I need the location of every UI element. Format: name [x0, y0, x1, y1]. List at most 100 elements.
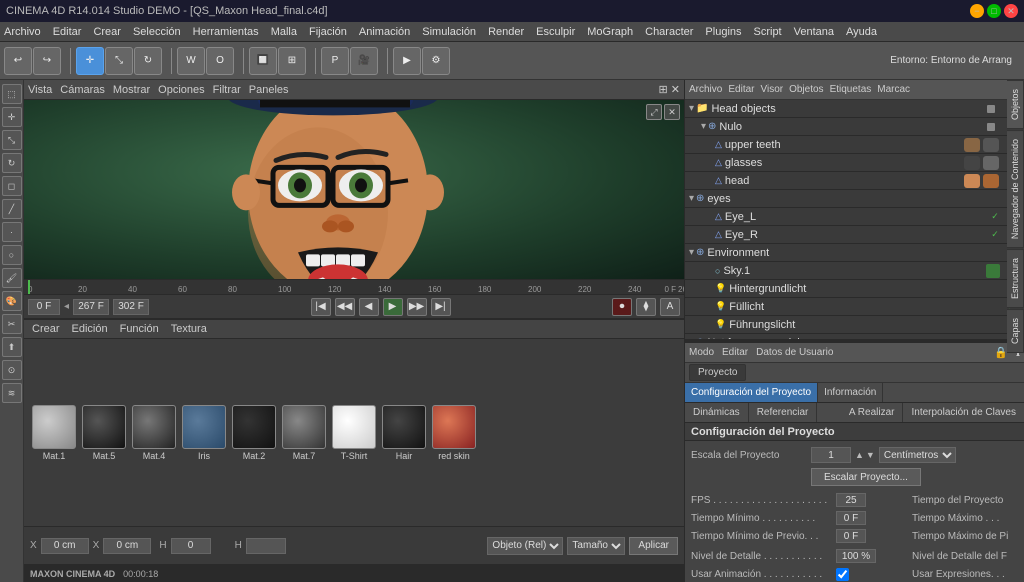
- menu-item-herramientas[interactable]: Herramientas: [193, 26, 259, 38]
- tree-item-sky[interactable]: ○ Sky.1 ✓: [685, 262, 1024, 280]
- material-mat5[interactable]: Mat.5: [82, 405, 126, 461]
- escala-up-icon[interactable]: ▲: [855, 450, 864, 460]
- menu-item-plugins[interactable]: Plugins: [705, 26, 741, 38]
- expand-btn[interactable]: ⤢: [646, 104, 662, 120]
- close-button[interactable]: ✕: [1004, 4, 1018, 18]
- tab-config-proyecto[interactable]: Configuración del Proyecto: [685, 383, 818, 402]
- paint-tool[interactable]: 🎨: [2, 291, 22, 311]
- menu-item-render[interactable]: Render: [488, 26, 524, 38]
- tab-referenciar[interactable]: Referenciar: [749, 403, 818, 422]
- prev-frame-btn[interactable]: ◀◀: [335, 298, 355, 316]
- world-coord[interactable]: W: [177, 47, 205, 75]
- material-iris[interactable]: Iris: [182, 405, 226, 461]
- tree-item-head[interactable]: △ head ✓: [685, 172, 1024, 190]
- magnet-tool[interactable]: ⊙: [2, 360, 22, 380]
- escala-input[interactable]: [811, 447, 851, 463]
- point-tool[interactable]: ·: [2, 222, 22, 242]
- attr-tab-proyecto[interactable]: Proyecto: [689, 364, 746, 381]
- tab-interpolacion[interactable]: Interpolación de Claves: [903, 403, 1024, 422]
- menu-item-fijación[interactable]: Fijación: [309, 26, 347, 38]
- play-btn[interactable]: ▶: [383, 298, 403, 316]
- material-tshirt[interactable]: T-Shirt: [332, 405, 376, 461]
- side-tab-objetos[interactable]: Objetos: [1007, 80, 1024, 129]
- rotate-lt-tool[interactable]: ↻: [2, 153, 22, 173]
- start-frame-input[interactable]: [28, 299, 60, 315]
- tiempo-min-input[interactable]: [836, 511, 866, 525]
- coord-select[interactable]: Objeto (Rel) Mundo: [487, 537, 563, 555]
- menu-item-esculpir[interactable]: Esculpir: [536, 26, 575, 38]
- obj-tool[interactable]: ○: [2, 245, 22, 265]
- material-hair[interactable]: Hair: [382, 405, 426, 461]
- undo-button[interactable]: ↩: [4, 47, 32, 75]
- menu-item-archivo[interactable]: Archivo: [4, 26, 41, 38]
- tree-item-eye-r[interactable]: △ Eye_R ✓ ▷: [685, 226, 1024, 244]
- attr-modo[interactable]: Modo: [689, 347, 714, 358]
- tree-item-fuhrungslicht[interactable]: 💡 Führungslicht ✓: [685, 316, 1024, 334]
- menu-item-crear[interactable]: Crear: [93, 26, 121, 38]
- menu-item-animación[interactable]: Animación: [359, 26, 410, 38]
- record-btn[interactable]: ⏺: [612, 298, 632, 316]
- end-frame-input[interactable]: [113, 299, 149, 315]
- menu-item-character[interactable]: Character: [645, 26, 693, 38]
- attr-lock-icon[interactable]: 🔒: [994, 346, 1008, 359]
- maximize-button[interactable]: □: [987, 4, 1001, 18]
- escala-unit-select[interactable]: Centímetros Metros Milímetros: [879, 447, 956, 463]
- auto-key-btn[interactable]: A: [660, 298, 680, 316]
- size-h-input[interactable]: [246, 538, 286, 554]
- menu-item-mograph[interactable]: MoGraph: [587, 26, 633, 38]
- material-mat4[interactable]: Mat.4: [132, 405, 176, 461]
- go-end-btn[interactable]: ▶|: [431, 298, 451, 316]
- go-start-btn[interactable]: |◀: [311, 298, 331, 316]
- rotate-tool[interactable]: ↻: [134, 47, 162, 75]
- render-settings[interactable]: ⚙: [422, 47, 450, 75]
- menu-item-simulación[interactable]: Simulación: [422, 26, 476, 38]
- snap-button[interactable]: 🔲: [249, 47, 277, 75]
- move-tool[interactable]: ✛: [76, 47, 104, 75]
- object-coord[interactable]: O: [206, 47, 234, 75]
- obj-header-tab-editar[interactable]: Editar: [728, 84, 754, 95]
- render-btn[interactable]: ▶: [393, 47, 421, 75]
- menu-item-selección[interactable]: Selección: [133, 26, 181, 38]
- tree-item-glasses[interactable]: △ glasses ✓: [685, 154, 1024, 172]
- tab-filtrar[interactable]: Filtrar: [213, 84, 241, 96]
- x-input[interactable]: [41, 538, 89, 554]
- perspective-btn[interactable]: P: [321, 47, 349, 75]
- obj-header-tab-marcac[interactable]: Marcac: [877, 84, 910, 95]
- brush-tool[interactable]: 🖌: [2, 268, 22, 288]
- side-tab-navegador[interactable]: Navegador de Contenido: [1007, 130, 1024, 248]
- camera-btn[interactable]: 🎥: [350, 47, 378, 75]
- tree-item-nulo[interactable]: ▾ ⊕ Nulo ✓: [685, 118, 1024, 136]
- fps-input[interactable]: [836, 493, 866, 507]
- tab-paneles[interactable]: Paneles: [249, 84, 289, 96]
- tree-item-hintergrundlicht[interactable]: 💡 Hintergrundlicht ✓: [685, 280, 1024, 298]
- size-select[interactable]: Tamaño: [567, 537, 625, 555]
- tab-a-realizar[interactable]: A Realizar: [841, 403, 904, 422]
- edge-tool[interactable]: ╱: [2, 199, 22, 219]
- minimize-button[interactable]: −: [970, 4, 984, 18]
- viewport-close-btn[interactable]: ✕: [664, 104, 680, 120]
- tree-item-upper-teeth[interactable]: △ upper teeth ✓: [685, 136, 1024, 154]
- poly-tool[interactable]: ◻: [2, 176, 22, 196]
- menu-item-ayuda[interactable]: Ayuda: [846, 26, 877, 38]
- keyframe-btn[interactable]: ⧫: [636, 298, 656, 316]
- play-back-btn[interactable]: ◀: [359, 298, 379, 316]
- escala-down-icon[interactable]: ▼: [866, 450, 875, 460]
- menu-item-editar[interactable]: Editar: [53, 26, 82, 38]
- apply-button[interactable]: Aplicar: [629, 537, 678, 555]
- h-input[interactable]: [171, 538, 211, 554]
- move-lt-tool[interactable]: ✛: [2, 107, 22, 127]
- material-mat7[interactable]: Mat.7: [282, 405, 326, 461]
- usar-anim-check[interactable]: [836, 568, 849, 581]
- obj-header-tab-arquivo[interactable]: Archivo: [689, 84, 722, 95]
- select-tool[interactable]: ⬚: [2, 84, 22, 104]
- tree-item-eye-l[interactable]: △ Eye_L ✓ ▷: [685, 208, 1024, 226]
- menu-item-script[interactable]: Script: [754, 26, 782, 38]
- material-redskin[interactable]: red skin: [432, 405, 476, 461]
- tab-dinamicas[interactable]: Dinámicas: [685, 403, 749, 422]
- mat-tab-edicion[interactable]: Edición: [72, 323, 108, 335]
- redo-button[interactable]: ↪: [33, 47, 61, 75]
- escalar-proyecto-btn[interactable]: Escalar Proyecto...: [811, 468, 921, 486]
- tab-informacion[interactable]: Información: [818, 383, 883, 402]
- tab-cameras[interactable]: Cámaras: [60, 84, 105, 96]
- nivel-input[interactable]: [836, 549, 876, 563]
